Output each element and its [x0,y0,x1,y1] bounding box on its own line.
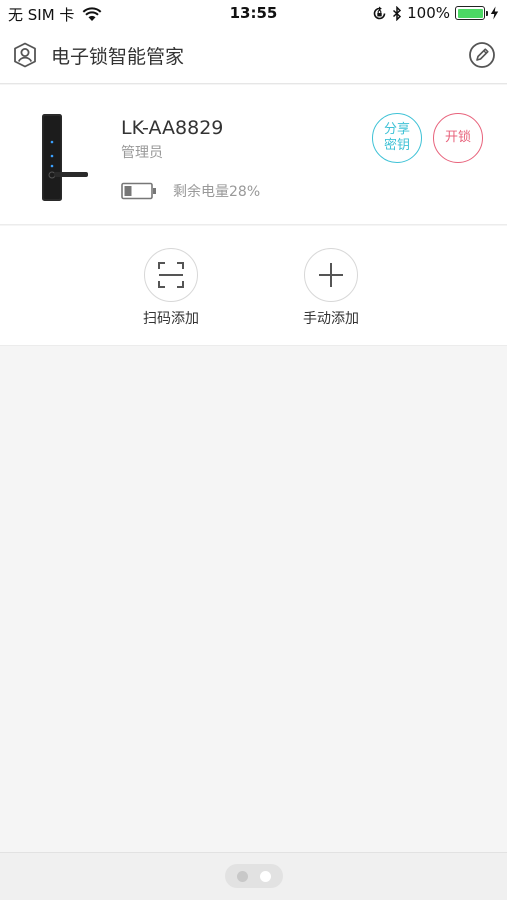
page-indicator[interactable] [225,864,283,888]
plus-icon [319,263,343,287]
battery-fill [457,8,483,18]
battery-icon [455,6,488,20]
device-role: 管理员 [121,145,163,161]
user-icon[interactable] [12,42,38,68]
nav-bar: 电子锁智能管家 [0,28,507,84]
scan-add-label: 扫码添加 [143,311,199,327]
status-right: 100% [372,4,499,22]
bottom-bar [0,852,507,900]
unlock-button[interactable]: 开锁 [433,113,483,163]
device-battery-fill [124,186,132,196]
manual-add-button[interactable]: 手动添加 [276,248,386,328]
battery-remaining-text: 剩余电量28% [173,184,261,200]
battery-percent: 100% [407,4,450,22]
device-card[interactable]: LK-AA8829 管理员 剩余电量28% 分享 密钥 开锁 [0,85,507,225]
unlock-label: 开锁 [444,130,471,145]
rotation-lock-icon [373,6,386,19]
manual-add-label: 手动添加 [303,311,359,327]
scan-circle [144,248,198,302]
page-dot-1[interactable] [237,871,248,882]
bluetooth-icon [393,5,402,21]
page-title: 电子锁智能管家 [51,46,185,68]
scan-add-button[interactable]: 扫码添加 [116,248,226,328]
share-key-label: 分享 密钥 [383,122,410,153]
page-dot-2[interactable] [260,871,271,882]
door-lock-image [42,114,88,201]
charging-icon [490,6,499,20]
scan-icon [158,262,184,288]
battery-row: 剩余电量28% [121,181,260,201]
edit-icon[interactable] [468,41,496,69]
status-bar: 无 SIM 卡 13:55 100% [0,0,507,28]
manual-circle [304,248,358,302]
share-key-button[interactable]: 分享 密钥 [372,113,422,163]
device-name: LK-AA8829 [121,117,224,139]
add-actions: 扫码添加 手动添加 [0,226,507,346]
device-battery-icon [121,182,156,200]
